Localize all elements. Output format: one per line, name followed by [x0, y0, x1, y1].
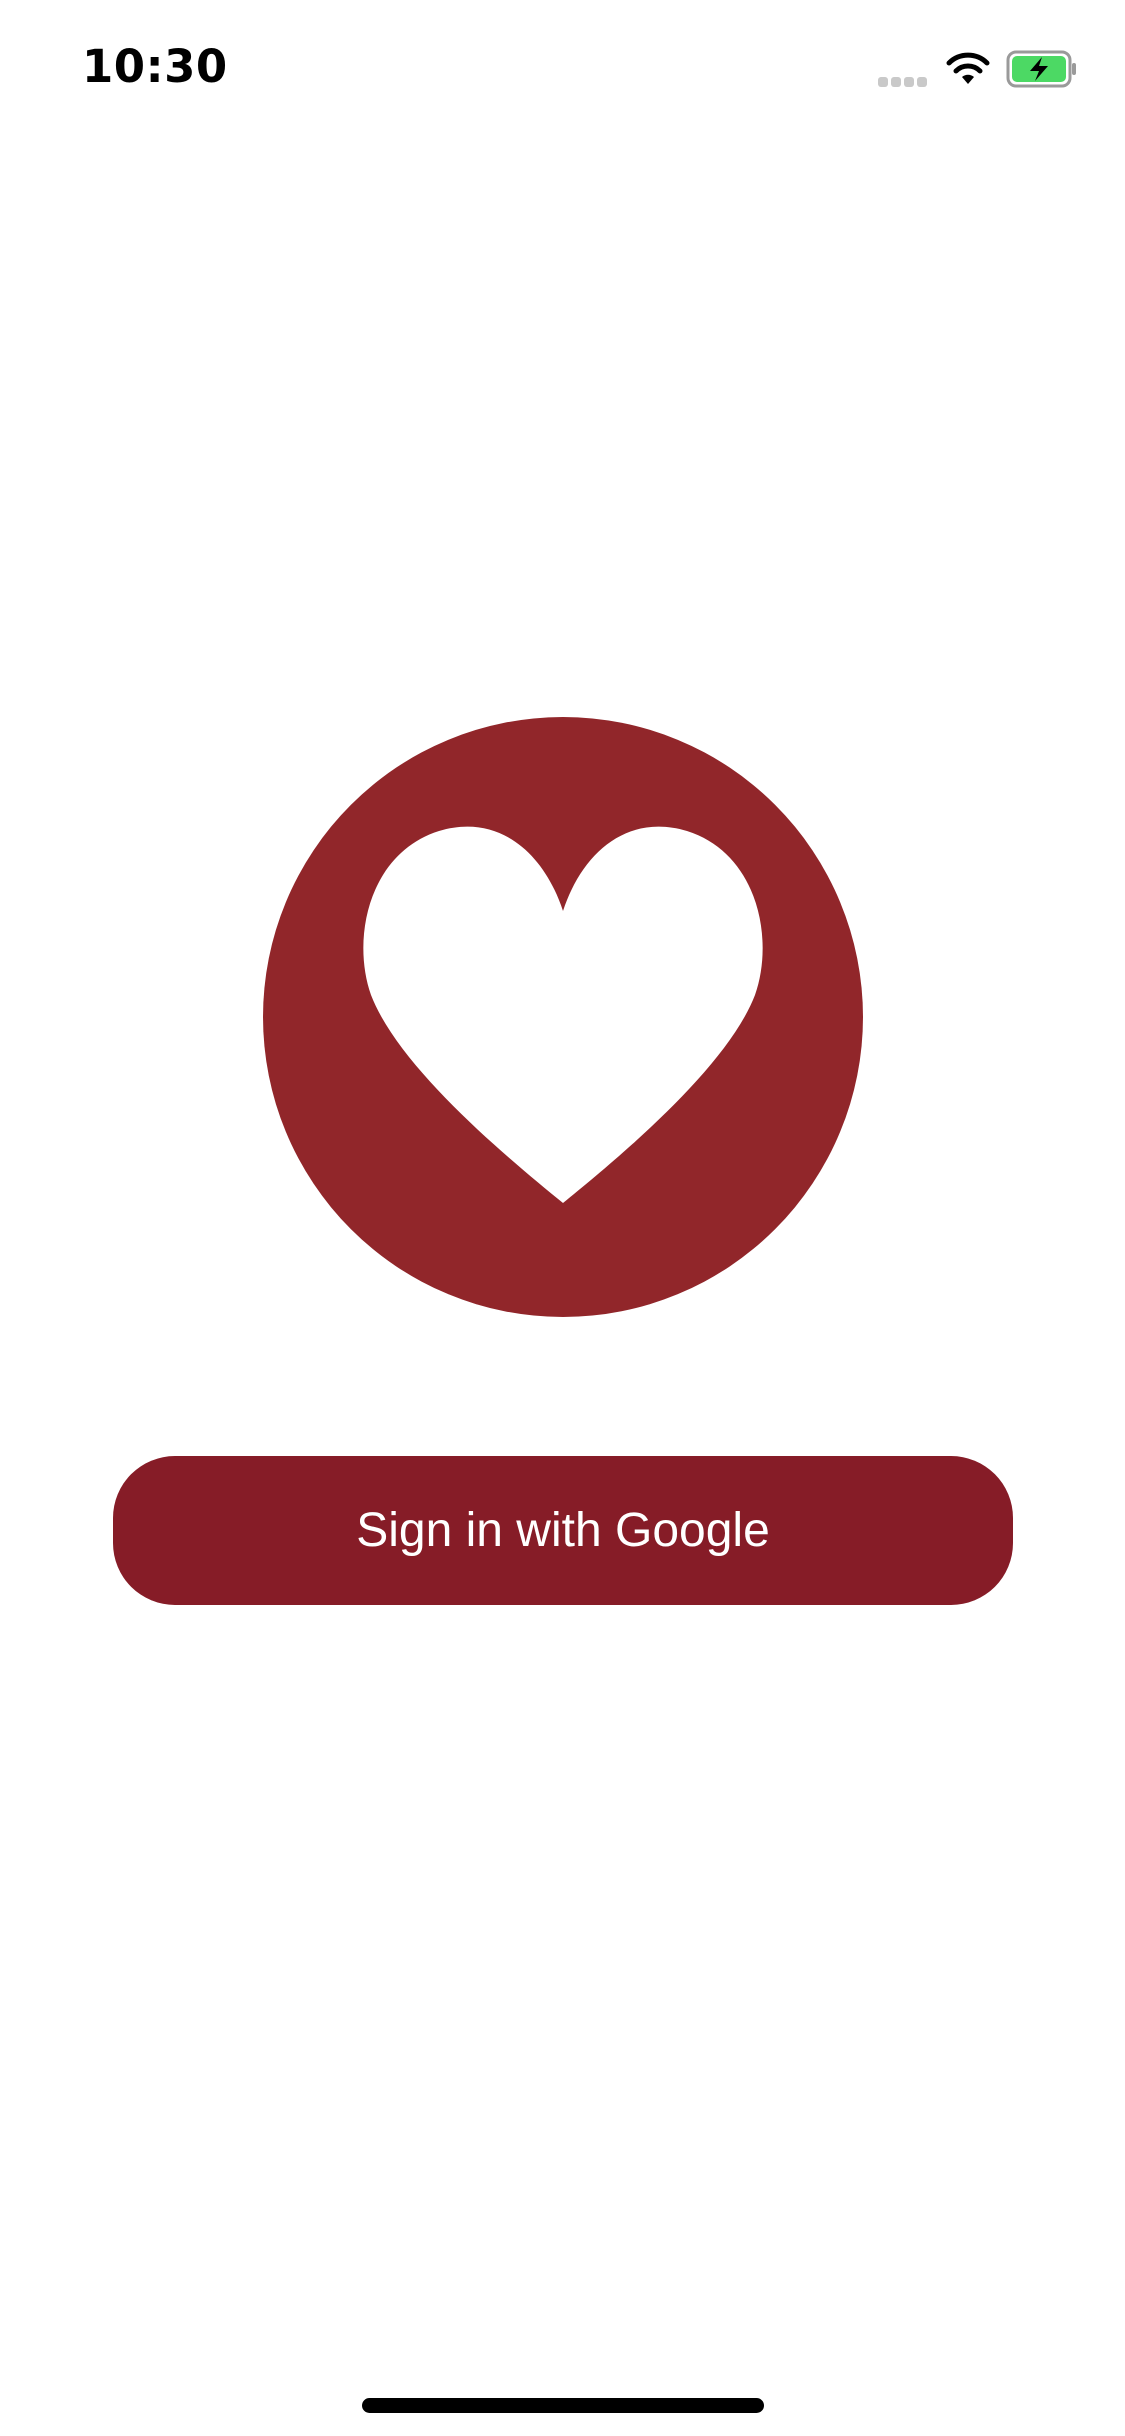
login-screen: 10:30 Sign in with Google — [0, 0, 1125, 2436]
battery-charging-icon — [1006, 50, 1078, 88]
cellular-signal-icon — [878, 74, 934, 87]
status-time: 10:30 — [82, 40, 228, 93]
home-indicator[interactable] — [362, 2398, 764, 2413]
app-logo — [263, 717, 863, 1317]
status-bar: 10:30 — [0, 0, 1125, 132]
wifi-icon — [944, 48, 992, 88]
google-signin-label: Sign in with Google — [356, 1504, 770, 1557]
heart-icon — [359, 823, 767, 1203]
google-signin-button[interactable]: Sign in with Google — [113, 1456, 1013, 1605]
